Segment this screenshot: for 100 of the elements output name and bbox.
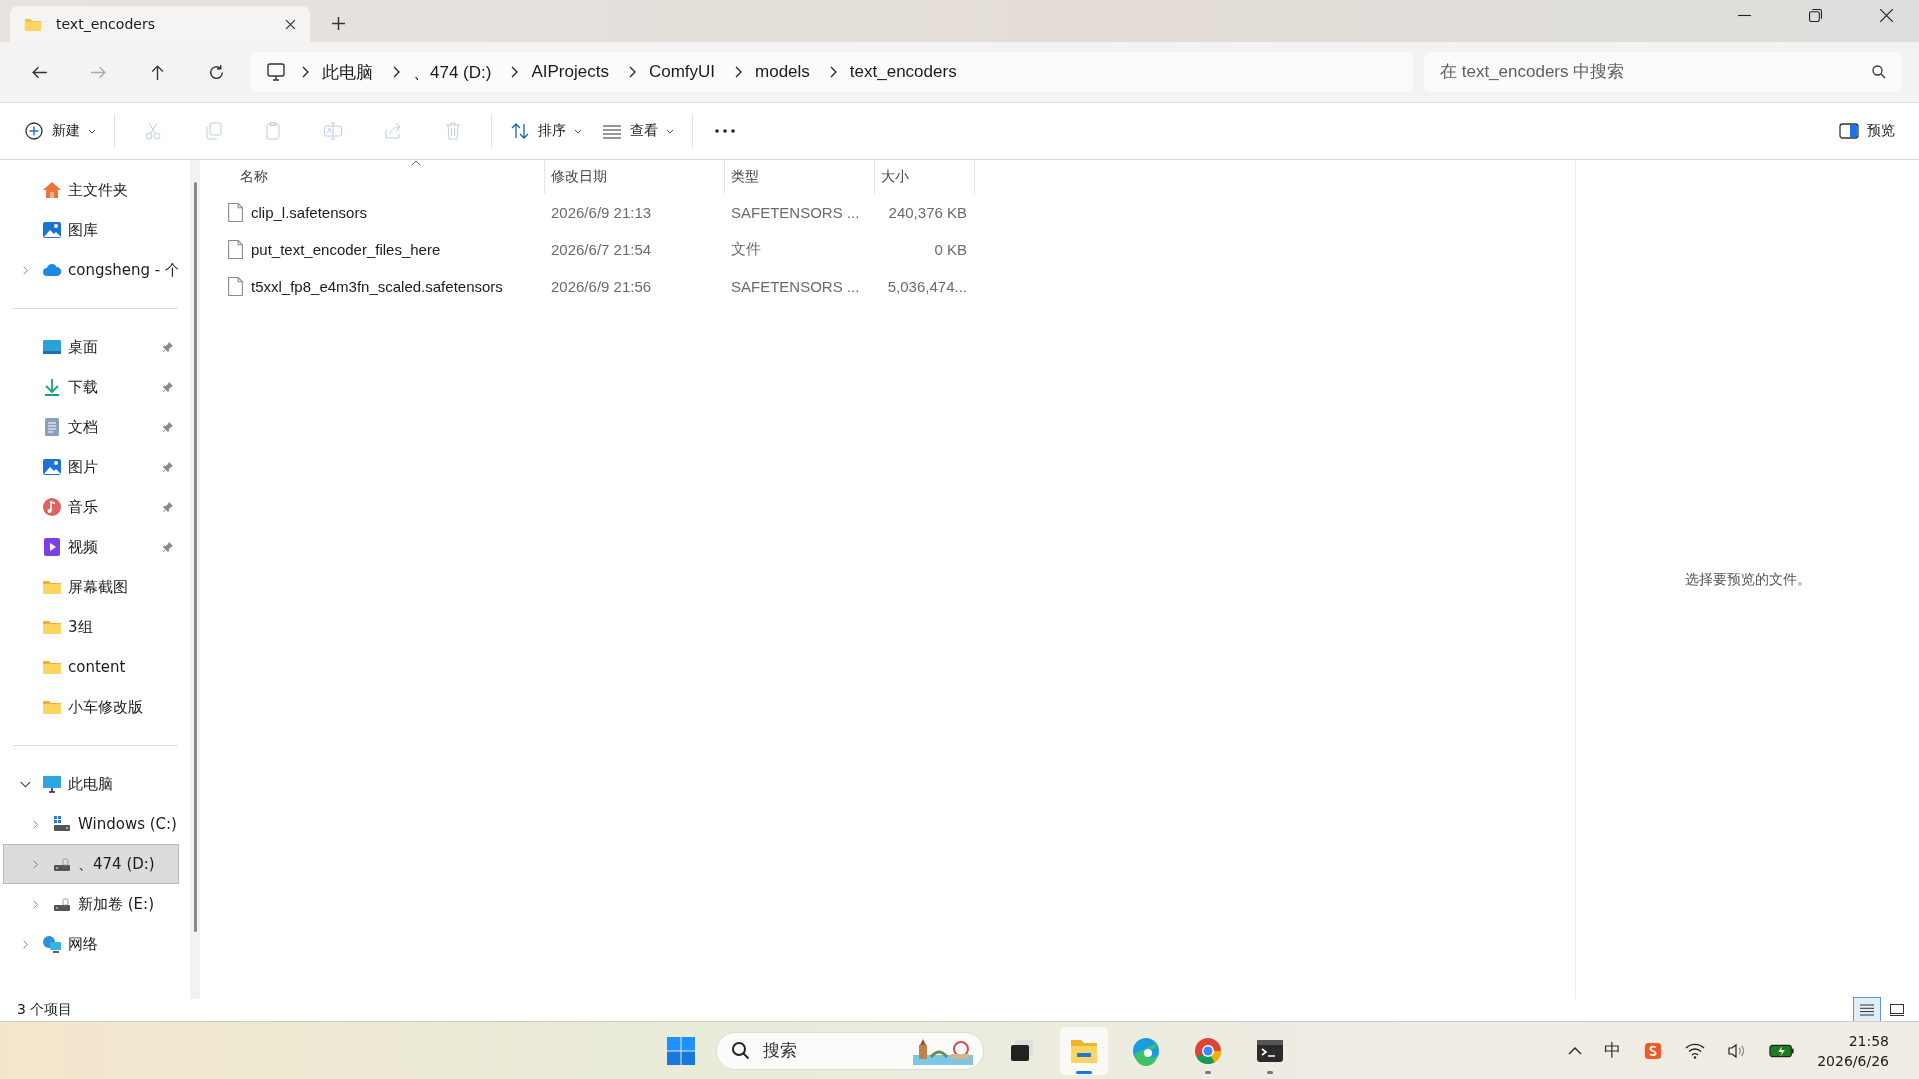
file-size: 240,376 KB	[887, 204, 968, 221]
restore-icon[interactable]	[1809, 9, 1822, 22]
sidebar-item[interactable]: 小车修改版	[3, 687, 179, 727]
input-method-indicator[interactable]: 中	[1604, 1039, 1622, 1062]
file-name: t5xxl_fp8_e4m3fn_scaled.safetensors	[251, 278, 503, 295]
sidebar-item[interactable]: 视频	[3, 527, 179, 567]
document-icon	[42, 417, 62, 437]
sidebar-item[interactable]: 桌面	[3, 327, 179, 367]
battery-icon[interactable]	[1769, 1042, 1796, 1059]
taskbar-search-field[interactable]: 搜索	[716, 1031, 984, 1070]
sidebar-item[interactable]: 3组	[3, 607, 179, 647]
view-button[interactable]: 查看	[592, 115, 684, 147]
add-tab-icon[interactable]	[332, 17, 345, 30]
file-type: 文件	[730, 240, 762, 259]
sidebar-item[interactable]: 音乐	[3, 487, 179, 527]
new-button[interactable]: 新建	[14, 115, 106, 147]
window-tab[interactable]: text_encoders	[10, 6, 310, 42]
sidebar-item[interactable]: content	[3, 647, 179, 687]
sidebar-item[interactable]: 、474 (D:)	[3, 844, 179, 884]
sidebar-label: content	[68, 658, 126, 676]
file-icon	[228, 277, 243, 296]
sidebar-item[interactable]: 主文件夹	[3, 170, 179, 210]
column-header[interactable]: 名称	[228, 160, 545, 194]
sidebar-label: 屏幕截图	[68, 577, 128, 597]
sidebar-label: 新加卷 (E:)	[78, 894, 154, 914]
search-field[interactable]: 在 text_encoders 中搜索	[1424, 52, 1902, 92]
search-icon	[731, 1040, 751, 1061]
caret-icon	[574, 128, 582, 134]
clock[interactable]: 21:58 2026/6/26	[1817, 1030, 1889, 1071]
file-size: 5,036,474...	[886, 278, 968, 295]
sidebar-label: 网络	[68, 934, 98, 954]
sidebar-item[interactable]: 网络	[3, 924, 179, 964]
monitor-icon	[42, 774, 62, 794]
file-row[interactable]: clip_l.safetensors 2026/6/9 21:13 SAFETENSORS ... 240,376 KB	[228, 194, 1575, 231]
browser-icon	[1193, 1035, 1223, 1066]
sidebar-label: 小车修改版	[68, 697, 143, 717]
music-icon	[42, 497, 62, 517]
file-date: 2026/6/9 21:13	[550, 204, 653, 221]
sogou-icon[interactable]	[1643, 1041, 1664, 1060]
chevron-icon	[828, 66, 837, 78]
sidebar-label: 视频	[68, 537, 98, 557]
breadcrumb-item[interactable]: ComfyUI	[648, 62, 716, 82]
breadcrumb-item[interactable]: text_encoders	[849, 62, 957, 82]
breadcrumb-item[interactable]: AIProjects	[531, 62, 609, 82]
column-header[interactable]: 修改日期	[545, 160, 725, 194]
breadcrumb-item[interactable]: 此电脑	[322, 60, 373, 84]
sidebar-item[interactable]: 下载	[3, 367, 179, 407]
sidebar-label: 主文件夹	[68, 180, 128, 200]
file-name: put_text_encoder_files_here	[251, 241, 441, 258]
monitor-icon	[266, 62, 286, 82]
file-icon	[228, 240, 243, 259]
file-row[interactable]: put_text_encoder_files_here 2026/6/7 21:54 文件 0 KB	[228, 231, 1575, 268]
desktop-icon	[42, 337, 62, 357]
wifi-icon[interactable]	[1685, 1041, 1706, 1060]
preview-pane-icon	[1839, 121, 1859, 141]
sidebar-label: 此电脑	[68, 774, 113, 794]
close-icon[interactable]	[1880, 9, 1893, 22]
picture-icon	[42, 220, 62, 240]
sidebar-item[interactable]: 文档	[3, 407, 179, 447]
preview-message: 选择要预览的文件。	[1684, 570, 1811, 589]
sidebar-item[interactable]: 屏幕截图	[3, 567, 179, 607]
column-header[interactable]: 大小	[875, 160, 975, 194]
chevron-icon	[734, 66, 743, 78]
system-drive-icon	[52, 814, 72, 834]
explorer-app-button[interactable]	[1060, 1026, 1108, 1075]
column-header[interactable]: 类型	[725, 160, 875, 194]
close-icon[interactable]	[285, 18, 296, 30]
file-date: 2026/6/7 21:54	[550, 241, 653, 258]
file-icon	[228, 203, 243, 222]
file-name: clip_l.safetensors	[251, 204, 367, 221]
sidebar-item[interactable]: 图库	[3, 210, 179, 250]
sidebar-item[interactable]: 此电脑	[3, 764, 179, 804]
address-bar[interactable]: 此电脑 、474 (D:) AIProjects ComfyUI models text_encoders	[250, 52, 1413, 92]
preview-button[interactable]: 预览	[1829, 115, 1905, 147]
breadcrumb-item[interactable]: models	[755, 62, 810, 82]
home-icon	[42, 180, 62, 200]
file-row[interactable]: t5xxl_fp8_e4m3fn_scaled.safetensors 2026/6/9 21:56 SAFETENSORS ... 5,036,474...	[228, 268, 1575, 305]
file-type: SAFETENSORS ...	[730, 204, 861, 221]
sidebar-label: 图片	[68, 457, 98, 477]
sidebar-item[interactable]: 新加卷 (E:)	[3, 884, 179, 924]
caret-up-icon[interactable]	[1568, 1046, 1583, 1055]
breadcrumb-item[interactable]: 、474 (D:)	[413, 60, 492, 84]
chevron-icon	[510, 66, 519, 78]
file-type: SAFETENSORS ...	[730, 278, 861, 295]
scrollbar-thumb[interactable]	[194, 182, 197, 932]
sidebar-item[interactable]: Windows (C:)	[3, 804, 179, 844]
sidebar-item[interactable]: 图片	[3, 447, 179, 487]
sidebar-label: 图库	[68, 220, 98, 240]
sidebar-label: Windows (C:)	[78, 815, 177, 833]
chevron-icon	[301, 66, 309, 78]
search-icon	[1872, 65, 1886, 79]
plus-icon	[24, 121, 44, 141]
sort-button[interactable]: 排序	[500, 115, 592, 147]
picture-icon	[42, 457, 62, 477]
details-view-button[interactable]	[1853, 997, 1881, 1023]
chevron-icon	[627, 66, 636, 78]
video-icon	[42, 537, 62, 557]
expanded-chevron-icon[interactable]	[19, 779, 31, 789]
caret-icon	[88, 128, 96, 134]
network-icon	[42, 934, 62, 954]
